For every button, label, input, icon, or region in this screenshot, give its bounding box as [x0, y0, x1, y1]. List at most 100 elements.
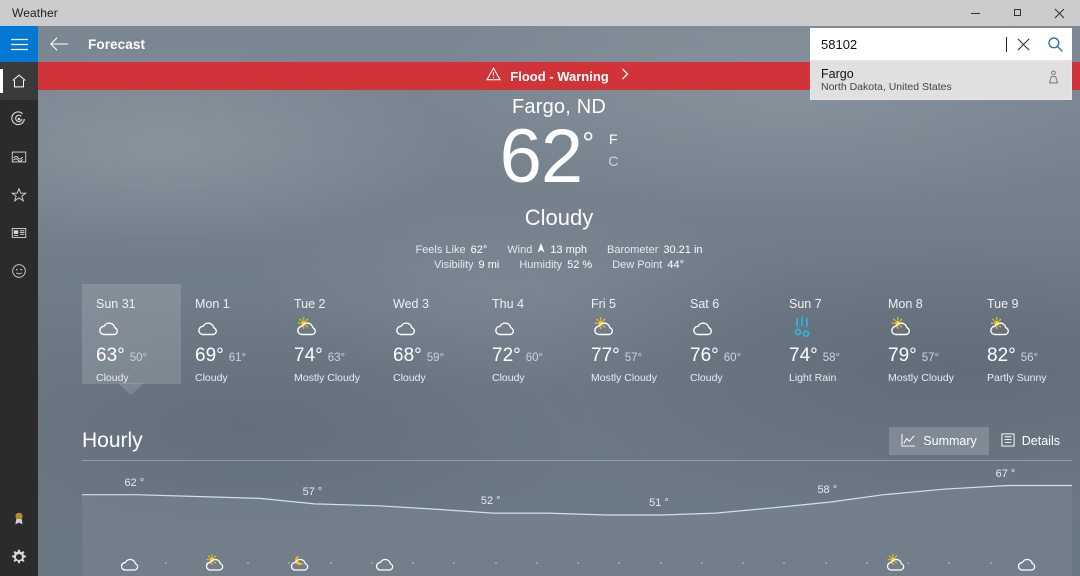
mostly-cloudy-icon	[297, 317, 316, 336]
forecast-card[interactable]: Wed 3 68° 59° Cloudy	[379, 284, 478, 384]
minimize-button[interactable]	[954, 0, 996, 26]
forecast-card[interactable]: Fri 5 77° 57° Mostly Cloudy	[577, 284, 676, 384]
chart-tick-dot	[659, 562, 662, 564]
sidebar-item-historical[interactable]	[0, 138, 38, 176]
sidebar-item-feedback[interactable]	[0, 252, 38, 290]
forecast-day-label: Sun 31	[96, 297, 136, 311]
unit-celsius[interactable]: C	[608, 151, 618, 173]
unit-toggle[interactable]: F C	[608, 129, 618, 172]
hourly-temperature-chart[interactable]: 62 ° 57 ° 52 ° 51 ° 58 ° 67 °	[82, 466, 1072, 576]
tab-details[interactable]: Details	[989, 427, 1072, 455]
app-content: Forecast 58102 Fargo North Dakota, Unite…	[38, 26, 1080, 576]
forecast-card[interactable]: Tue 9 82° 56° Partly Sunny	[973, 284, 1072, 384]
forecast-low-temp: 57°	[921, 352, 940, 364]
forecast-description: Mostly Cloudy	[888, 372, 954, 384]
alert-text: Flood - Warning	[510, 68, 609, 84]
current-condition-text: Cloudy	[524, 205, 594, 230]
forecast-high-temp: 68°	[393, 345, 422, 366]
chart-point-label: 62 °	[124, 476, 145, 489]
forecast-description: Mostly Cloudy	[294, 372, 360, 384]
stat-label: Barometer	[607, 243, 659, 256]
chart-point-label: 52 °	[480, 495, 501, 508]
chart-hour-weather-icon	[884, 552, 908, 576]
night-partly-cloudy-icon	[290, 555, 309, 571]
current-conditions: Fargo, ND 62 ° F C Cloudy Feels Like 62°	[38, 96, 1080, 271]
forecast-card[interactable]: Sun 31 63° 50° Cloudy	[82, 284, 181, 395]
forecast-high-temp: 74°	[789, 345, 818, 366]
clear-search-icon[interactable]	[1007, 29, 1039, 59]
forecast-low-temp: 60°	[525, 352, 544, 364]
back-button[interactable]	[38, 26, 80, 62]
forecast-day-label: Mon 1	[195, 297, 230, 311]
search-suggestion-item[interactable]: Fargo North Dakota, United States	[811, 61, 1071, 99]
maximize-button[interactable]	[996, 0, 1038, 26]
stat-label: Feels Like	[415, 243, 466, 256]
gear-icon	[12, 549, 26, 564]
smiley-icon	[12, 264, 26, 278]
chart-tick-dot	[164, 562, 167, 564]
window-controls	[954, 0, 1080, 26]
home-icon	[12, 74, 26, 88]
cloudy-icon	[120, 558, 138, 571]
stat-label: Wind	[507, 243, 533, 256]
sidebar-item-news[interactable]	[0, 214, 38, 252]
search-box[interactable]	[810, 28, 1072, 60]
forecast-card[interactable]: Thu 4 72° 60° Cloudy	[478, 284, 577, 384]
hourly-view-toggle: Summary Details	[889, 427, 1072, 455]
search-icon[interactable]	[1039, 29, 1071, 59]
chart-hour-weather-icon	[373, 552, 397, 576]
stat-value: 9 mi	[478, 259, 500, 271]
cloudy-icon	[495, 322, 514, 336]
sidebar-item-rewards[interactable]	[0, 500, 38, 538]
stat-dew-point: Dew Point 44°	[612, 259, 684, 271]
weather-app-window: Weather Forecast 58102 Fargo North Dakot…	[0, 0, 1080, 576]
close-button[interactable]	[1038, 0, 1080, 26]
forecast-high-temp: 63°	[96, 345, 125, 366]
mostly-cloudy-icon	[594, 317, 613, 336]
chart-tick-dot	[700, 562, 703, 564]
chart-hour-weather-icon	[118, 552, 142, 576]
stat-label: Visibility	[434, 259, 474, 271]
forecast-high-temp: 72°	[492, 345, 521, 366]
sidebar-item-settings[interactable]	[0, 538, 38, 576]
current-temperature-row: 62 ° F C	[38, 117, 1080, 203]
cloudy-icon	[396, 322, 415, 336]
forecast-low-temp: 56°	[1020, 352, 1039, 364]
location-marker-icon	[1046, 69, 1061, 91]
chart-tick-dot	[494, 562, 497, 564]
forecast-description: Light Rain	[789, 372, 837, 384]
stat-label: Humidity	[519, 259, 563, 271]
stats-row-2: Visibility 9 mi Humidity 52 % Dew Point …	[434, 259, 684, 271]
forecast-day-label: Sun 7	[789, 297, 822, 311]
radar-map-icon	[11, 111, 25, 126]
suggestion-region: North Dakota, United States	[821, 81, 952, 94]
line-chart-icon	[901, 433, 916, 450]
stats-row-1: Feels Like 62° Wind 13 mph Barometer 30.…	[415, 243, 703, 256]
search-input[interactable]	[811, 36, 1007, 52]
list-details-icon	[1001, 432, 1015, 450]
forecast-weather-icon	[591, 315, 676, 341]
selected-card-caret	[118, 383, 144, 395]
forecast-card[interactable]: Mon 8 79° 57° Mostly Cloudy	[874, 284, 973, 384]
navigation-rail	[0, 26, 38, 576]
unit-fahrenheit[interactable]: F	[608, 129, 618, 151]
chart-point-label: 57 °	[302, 485, 323, 498]
forecast-card[interactable]: Sat 6 76° 60° Cloudy	[676, 284, 775, 384]
historical-chart-icon	[11, 151, 27, 163]
sidebar-item-maps[interactable]	[0, 100, 38, 138]
sidebar-item-forecast[interactable]	[0, 62, 38, 100]
sidebar-item-favorites[interactable]	[0, 176, 38, 214]
tab-summary[interactable]: Summary	[889, 427, 989, 455]
forecast-card[interactable]: Sun 7 74° 58° Light Rain	[775, 284, 874, 384]
forecast-low-temp: 57°	[624, 352, 643, 364]
forecast-card[interactable]: Mon 1 69° 61° Cloudy	[181, 284, 280, 384]
temperature-line-svg	[82, 484, 1072, 576]
hamburger-menu-icon[interactable]	[0, 26, 38, 62]
stat-label: Dew Point	[612, 259, 663, 271]
forecast-weather-icon	[393, 315, 478, 341]
stat-visibility: Visibility 9 mi	[434, 259, 499, 271]
chart-tick-dot	[824, 562, 827, 564]
forecast-day-label: Wed 3	[393, 297, 429, 311]
forecast-temperatures: 74° 58°	[789, 345, 874, 367]
forecast-card[interactable]: Tue 2 74° 63° Mostly Cloudy	[280, 284, 379, 384]
